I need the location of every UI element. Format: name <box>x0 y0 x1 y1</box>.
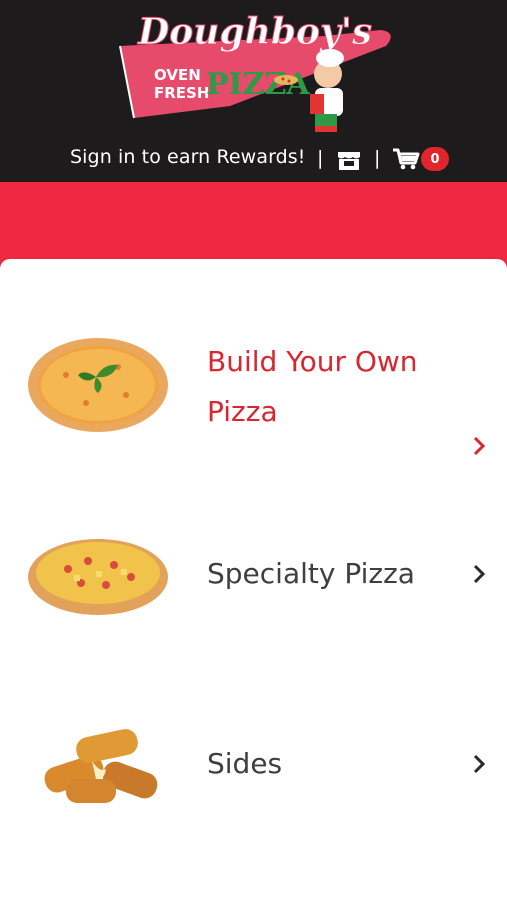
cart-icon[interactable] <box>392 147 420 171</box>
app-header: OVEN FRESH PIZZA Doughboy's Sign in to e… <box>0 0 507 182</box>
menu-item-build-your-own-pizza[interactable]: Build Your Own Pizza <box>0 319 507 459</box>
menu-item-label: Build Your Own <box>207 345 418 378</box>
menu-item-label: Sides <box>207 747 283 780</box>
hawaiian-pizza-image <box>28 539 168 615</box>
cart-count-badge: 0 <box>421 147 449 171</box>
menu-item-specialty-pizza[interactable]: Specialty Pizza <box>0 521 507 631</box>
pizza-basil-image <box>28 338 168 432</box>
menu-item-label-continued: Pizza <box>207 395 278 428</box>
chevron-right-icon <box>473 436 486 456</box>
mozzarella-sticks-image <box>44 729 158 803</box>
logo-pizza-text: PIZZA <box>206 67 310 102</box>
doughboys-logo[interactable]: OVEN FRESH PIZZA Doughboy's <box>110 8 400 138</box>
logo-fresh-text: FRESH <box>154 84 209 102</box>
menu-item-label: Specialty Pizza <box>207 557 415 590</box>
sign-in-rewards-link[interactable]: Sign in to earn Rewards! <box>70 146 306 168</box>
logo-oven-text: OVEN <box>154 66 201 84</box>
store-icon[interactable] <box>336 146 362 172</box>
chevron-right-icon <box>473 754 486 774</box>
menu-item-sides[interactable]: Sides <box>0 711 507 821</box>
chevron-right-icon <box>473 564 486 584</box>
menu-card: Build Your Own Pizza Specialty Pizza Sid… <box>0 259 507 900</box>
separator: | <box>374 147 381 169</box>
logo-brand-text: Doughboy's <box>137 11 372 53</box>
separator: | <box>317 147 324 169</box>
